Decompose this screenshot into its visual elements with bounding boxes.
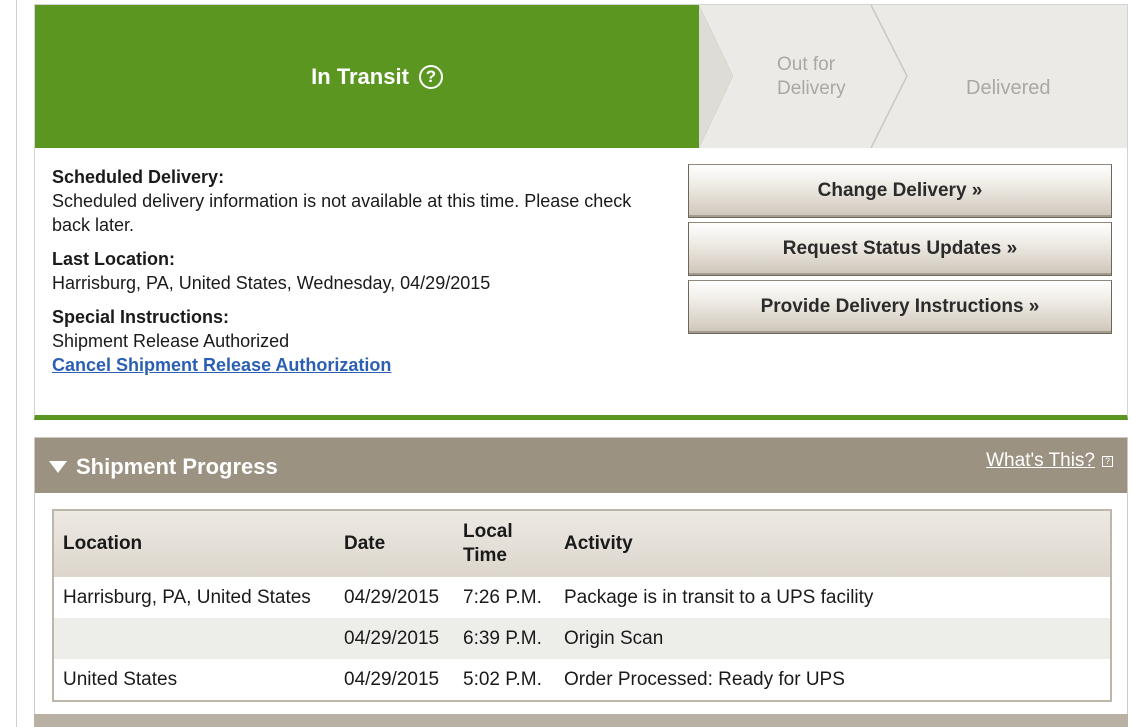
cell-activity: Order Processed: Ready for UPS — [564, 668, 845, 690]
scheduled-delivery-label: Scheduled Delivery: — [52, 167, 225, 187]
col-local-time-line2: Time — [463, 545, 508, 566]
collapse-triangle-icon — [49, 461, 67, 473]
last-location-text: Harrisburg, PA, United States, Wednesday… — [52, 273, 491, 293]
col-local-time-line1: Local — [463, 521, 513, 542]
table-row: Harrisburg, PA, United States 04/29/2015… — [54, 577, 1110, 618]
step-divider — [870, 5, 908, 148]
col-date: Date — [344, 533, 386, 554]
cell-time: 5:02 P.M. — [463, 668, 542, 690]
shipment-progress-header: Shipment Progress What's This? ? — [35, 438, 1127, 493]
cell-location: Harrisburg, PA, United States — [63, 586, 311, 608]
cell-date: 04/29/2015 — [344, 668, 440, 690]
last-location-label: Last Location: — [52, 249, 176, 269]
cell-activity: Origin Scan — [564, 627, 664, 649]
special-instructions-label: Special Instructions: — [52, 307, 230, 327]
cancel-release-link[interactable]: Cancel Shipment Release Authorization — [52, 355, 391, 375]
step-out-for-delivery-line1: Out for — [777, 54, 836, 75]
cell-location: United States — [63, 668, 178, 690]
shipment-status-card: In Transit ? Out for Delivery Delivered … — [34, 4, 1128, 420]
cell-activity: Package is in transit to a UPS facility — [564, 586, 874, 608]
scheduled-delivery-text: Scheduled delivery information is not av… — [52, 191, 632, 235]
step-out-for-delivery-line2: Delivery — [777, 78, 846, 99]
progress-table: Location Date Local Time Activity Harris… — [54, 511, 1110, 700]
table-header-row: Location Date Local Time Activity — [54, 511, 1110, 577]
help-icon[interactable]: ? — [418, 64, 443, 89]
scheduled-delivery-block: Scheduled Delivery: Scheduled delivery i… — [52, 165, 672, 237]
help-box-icon[interactable]: ? — [1102, 455, 1113, 467]
table-row: United States 04/29/2015 5:02 P.M. Order… — [54, 659, 1110, 700]
cell-time: 7:26 P.M. — [463, 586, 542, 608]
shipment-progress-toggle[interactable]: Shipment Progress — [49, 454, 278, 480]
whats-this-link[interactable]: What's This? — [986, 450, 1095, 472]
provide-delivery-instructions-button[interactable]: Provide Delivery Instructions » — [688, 280, 1112, 334]
whats-this: What's This? ? — [986, 450, 1113, 472]
cell-time: 6:39 P.M. — [463, 627, 542, 649]
delivery-actions: Change Delivery » Request Status Updates… — [688, 164, 1112, 338]
shipment-progress-title: Shipment Progress — [76, 454, 278, 479]
cell-date: 04/29/2015 — [344, 627, 440, 649]
cell-location — [54, 618, 335, 659]
step-in-transit: In Transit ? — [35, 5, 719, 148]
special-instructions-block: Special Instructions: Shipment Release A… — [52, 305, 672, 377]
last-location-block: Last Location: Harrisburg, PA, United St… — [52, 247, 672, 295]
shipment-progress-panel: Shipment Progress What's This? ? Locatio… — [34, 437, 1128, 727]
change-delivery-button[interactable]: Change Delivery » — [688, 164, 1112, 218]
cell-date: 04/29/2015 — [344, 586, 440, 608]
table-row: 04/29/2015 6:39 P.M. Origin Scan — [54, 618, 1110, 659]
col-location: Location — [63, 533, 143, 554]
col-activity: Activity — [564, 533, 633, 554]
step-delivered: Delivered — [966, 77, 1051, 99]
shipment-details: Scheduled Delivery: Scheduled delivery i… — [52, 165, 672, 387]
request-status-updates-button[interactable]: Request Status Updates » — [688, 222, 1112, 276]
page-left-border — [16, 0, 17, 727]
special-instructions-text: Shipment Release Authorized — [52, 331, 290, 351]
panel-bottom-strip — [34, 714, 1128, 727]
progress-table-wrapper: Location Date Local Time Activity Harris… — [52, 509, 1112, 702]
col-local-time: Local Time — [454, 511, 555, 577]
step-in-transit-label: In Transit — [311, 63, 409, 89]
step-out-for-delivery: Out for Delivery — [777, 53, 846, 101]
delivery-progress-tracker: In Transit ? Out for Delivery Delivered — [35, 5, 1127, 148]
